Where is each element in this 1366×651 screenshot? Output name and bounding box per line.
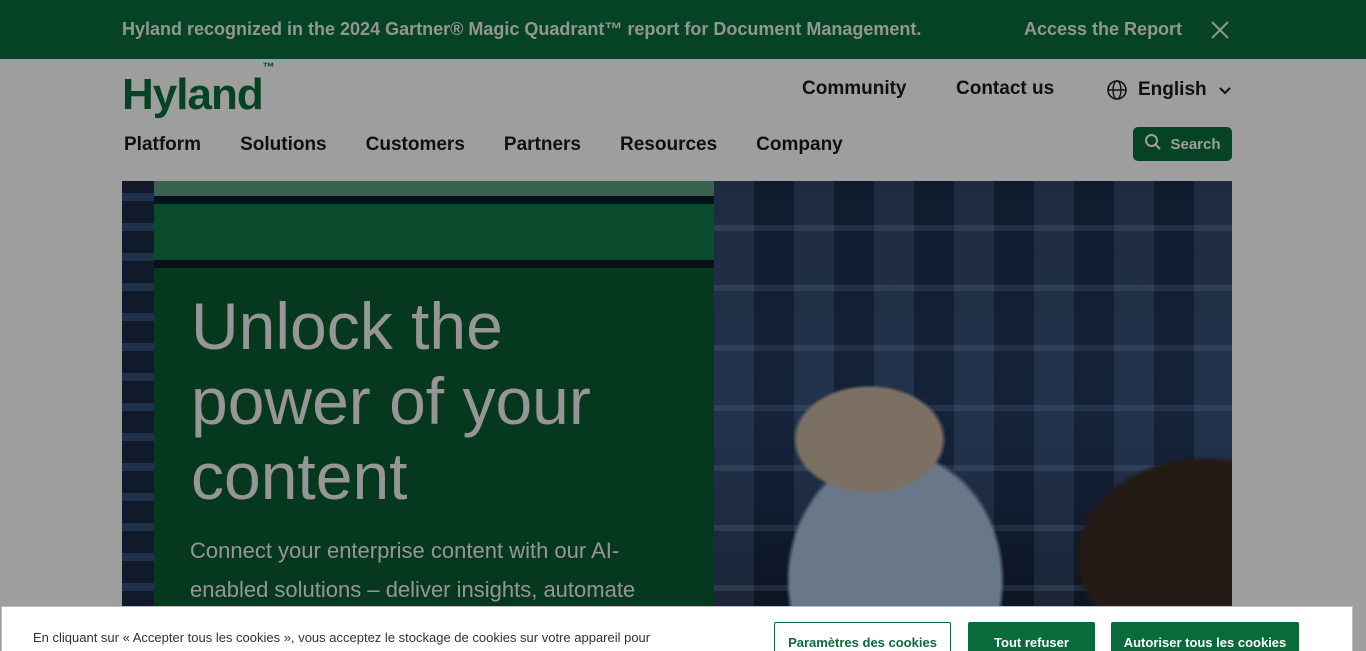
refuse-all-button[interactable]: Tout refuser [968, 622, 1095, 651]
cookie-settings-button[interactable]: Paramètres des cookies [774, 622, 951, 651]
cookie-banner: En cliquant sur « Accepter tous les cook… [1, 606, 1353, 651]
cookie-text: En cliquant sur « Accepter tous les cook… [33, 630, 651, 645]
modal-overlay [0, 0, 1366, 651]
allow-all-cookies-button[interactable]: Autoriser tous les cookies [1111, 622, 1299, 651]
